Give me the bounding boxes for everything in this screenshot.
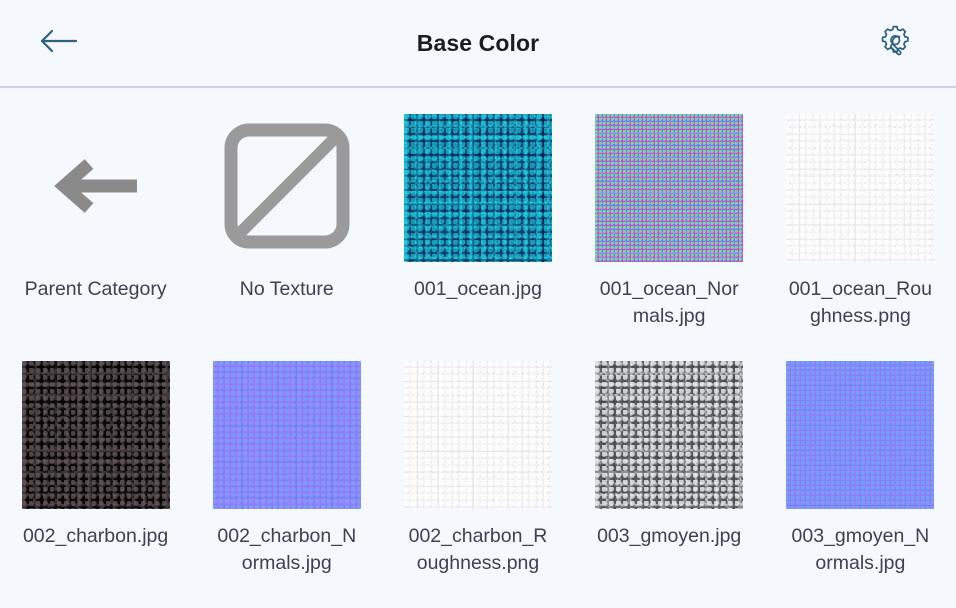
no-texture-icon [224, 123, 350, 254]
texture-label: Parent Category [24, 278, 167, 300]
texture-thumbnail [21, 361, 170, 509]
texture-swatch [786, 361, 935, 509]
texture-browser: Base Color Parent Category No Texture 001_… [0, 0, 956, 600]
parent-category-thumb [22, 114, 170, 262]
settings-button[interactable] [874, 21, 918, 65]
grid-item-002_charbon_Roughness[interactable]: 002_charbon_Roughness.png [382, 361, 573, 608]
texture-thumbnail [403, 114, 552, 262]
texture-swatch [595, 361, 744, 509]
texture-thumbnail [403, 361, 552, 509]
grid-item-001_ocean_Roughness[interactable]: 001_ocean_Roughness.png [765, 114, 956, 361]
texture-label: 001_ocean_Normals.jpg [599, 278, 739, 327]
texture-swatch [21, 361, 170, 509]
grid-item-001_ocean_Normals[interactable]: 001_ocean_Normals.jpg [574, 114, 765, 361]
grid-item-003_gmoyen[interactable]: 003_gmoyen.jpg [574, 361, 765, 608]
grid-item-002_charbon[interactable]: 002_charbon.jpg [0, 361, 191, 608]
texture-label: No Texture [239, 278, 334, 300]
texture-label: 001_ocean_Roughness.png [788, 278, 932, 327]
texture-thumbnail [212, 361, 361, 509]
texture-swatch [595, 114, 744, 262]
texture-grid: Parent Category No Texture 001_ocean.jpg 00… [0, 88, 956, 608]
page-title: Base Color [416, 29, 540, 56]
texture-label: 002_charbon.jpg [22, 525, 169, 547]
texture-label: 001_ocean.jpg [414, 278, 542, 300]
texture-label: 002_charbon_Normals.jpg [217, 525, 357, 574]
texture-thumbnail [786, 361, 935, 509]
texture-thumbnail [786, 114, 935, 262]
arrow-left-icon [53, 156, 139, 221]
texture-label: 002_charbon_Roughness.png [408, 525, 548, 574]
grid-item-002_charbon_Normals[interactable]: 002_charbon_Normals.jpg [191, 361, 382, 608]
gear-wrench-icon [878, 23, 914, 64]
texture-swatch [212, 361, 361, 509]
grid-item-003_gmoyen_Normals[interactable]: 003_gmoyen_Normals.jpg [765, 361, 956, 608]
texture-thumbnail [595, 114, 744, 262]
grid-item-001_ocean[interactable]: 001_ocean.jpg [382, 114, 573, 361]
header-bar: Base Color [0, 0, 956, 88]
texture-swatch [786, 114, 935, 262]
texture-thumbnail [595, 361, 744, 509]
no-texture-thumb [213, 114, 361, 262]
texture-label: 003_gmoyen.jpg [597, 525, 742, 547]
texture-label: 003_gmoyen_Normals.jpg [791, 525, 930, 574]
grid-item-parent-category[interactable]: Parent Category [0, 114, 191, 361]
grid-item-no-texture[interactable]: No Texture [191, 114, 382, 361]
texture-swatch [403, 114, 552, 262]
texture-swatch [403, 361, 552, 509]
